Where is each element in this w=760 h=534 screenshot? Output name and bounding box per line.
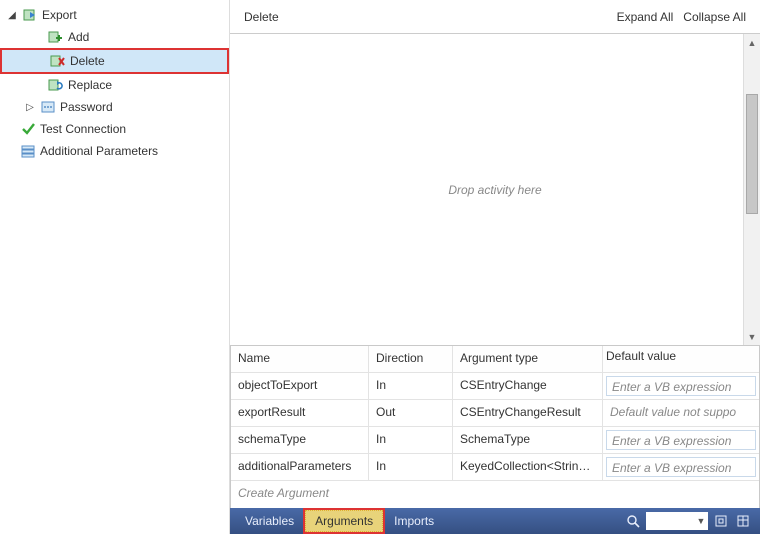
tree-label: Replace (68, 78, 112, 92)
scroll-thumb[interactable] (746, 94, 758, 214)
fit-to-screen-icon[interactable] (710, 510, 732, 532)
tab-imports[interactable]: Imports (385, 508, 443, 534)
vb-expression-input[interactable]: Enter a VB expression (606, 457, 756, 477)
search-icon[interactable] (622, 510, 644, 532)
password-icon (40, 99, 56, 115)
vb-expression-input[interactable]: Enter a VB expression (606, 376, 756, 396)
tree-item-delete[interactable]: Delete (2, 50, 227, 72)
export-icon (22, 7, 38, 23)
table-row[interactable]: exportResultOutCSEntryChangeResultDefaul… (231, 400, 759, 427)
bottom-bar: Variables Arguments Imports ▼ (230, 508, 760, 534)
tree-label: Export (42, 8, 77, 22)
designer-header: Delete Expand All Collapse All (230, 0, 760, 34)
cell-default[interactable]: Enter a VB expression (603, 427, 759, 453)
tree-label: Password (60, 100, 113, 114)
cell-type[interactable]: CSEntryChangeResult (453, 400, 603, 426)
col-header-direction[interactable]: Direction (369, 346, 453, 372)
cell-name[interactable]: additionalParameters (231, 454, 369, 480)
tree-item-export[interactable]: ◢ Export (0, 4, 229, 26)
tree-label: Delete (70, 54, 105, 68)
cell-name[interactable]: exportResult (231, 400, 369, 426)
scroll-up-icon[interactable]: ▲ (744, 34, 760, 51)
tab-variables[interactable]: Variables (236, 508, 303, 534)
cell-type[interactable]: CSEntryChange (453, 373, 603, 399)
collapse-all-button[interactable]: Collapse All (683, 10, 746, 24)
cell-default[interactable]: Enter a VB expression (603, 373, 759, 399)
cell-direction[interactable]: In (369, 427, 453, 453)
vb-expression-input[interactable]: Enter a VB expression (606, 430, 756, 450)
tree-item-add[interactable]: Add (0, 26, 229, 48)
collapse-arrow-icon[interactable]: ◢ (6, 10, 18, 21)
tab-arguments[interactable]: Arguments (305, 510, 383, 532)
grid-header: Name Direction Argument type Default val… (231, 346, 759, 373)
replace-icon (48, 77, 64, 93)
create-argument-row[interactable]: Create Argument (231, 481, 759, 508)
delete-icon (50, 53, 66, 69)
tree-item-password[interactable]: ▷ Password (0, 96, 229, 118)
cell-type[interactable]: SchemaType (453, 427, 603, 453)
drop-hint: Drop activity here (448, 183, 541, 197)
cell-name[interactable]: schemaType (231, 427, 369, 453)
check-icon (20, 121, 36, 137)
chevron-down-icon[interactable]: ▼ (694, 516, 708, 526)
designer-panel: Delete Expand All Collapse All Drop acti… (230, 0, 760, 534)
table-row[interactable]: objectToExportInCSEntryChangeEnter a VB … (231, 373, 759, 400)
table-row[interactable]: schemaTypeInSchemaTypeEnter a VB express… (231, 427, 759, 454)
breadcrumb-title[interactable]: Delete (244, 10, 607, 24)
cell-direction[interactable]: In (369, 454, 453, 480)
expand-arrow-icon[interactable]: ▷ (24, 102, 36, 113)
designer-canvas[interactable]: Drop activity here ▲ ▼ (230, 34, 760, 345)
cell-direction[interactable]: Out (369, 400, 453, 426)
table-row[interactable]: additionalParametersInKeyedCollection<St… (231, 454, 759, 481)
tree-item-test-connection[interactable]: Test Connection (0, 118, 229, 140)
overview-icon[interactable] (732, 510, 754, 532)
scroll-down-icon[interactable]: ▼ (744, 328, 760, 345)
tree-item-additional-parameters[interactable]: Additional Parameters (0, 140, 229, 162)
col-header-name[interactable]: Name (231, 346, 369, 372)
vertical-scrollbar[interactable]: ▲ ▼ (743, 34, 760, 345)
cell-direction[interactable]: In (369, 373, 453, 399)
col-header-default[interactable]: Default value (603, 346, 759, 372)
highlight-arguments: Arguments (303, 508, 385, 534)
cell-default[interactable]: Default value not suppo (603, 400, 759, 426)
cell-type[interactable]: KeyedCollection<String,Con (453, 454, 603, 480)
list-icon (20, 143, 36, 159)
highlight-delete: Delete (0, 48, 229, 74)
arguments-grid: Name Direction Argument type Default val… (230, 345, 760, 508)
default-disabled-text: Default value not suppo (603, 400, 759, 424)
tree-item-replace[interactable]: Replace (0, 74, 229, 96)
cell-default[interactable]: Enter a VB expression (603, 454, 759, 480)
zoom-combo[interactable]: ▼ (646, 512, 708, 530)
tree-label: Add (68, 30, 89, 44)
tree-label: Additional Parameters (40, 144, 158, 158)
expand-all-button[interactable]: Expand All (617, 10, 674, 24)
tree-panel: ◢ Export Add Delete Replace ▷ Password (0, 0, 230, 534)
add-icon (48, 29, 64, 45)
tree-label: Test Connection (40, 122, 126, 136)
cell-name[interactable]: objectToExport (231, 373, 369, 399)
col-header-type[interactable]: Argument type (453, 346, 603, 372)
